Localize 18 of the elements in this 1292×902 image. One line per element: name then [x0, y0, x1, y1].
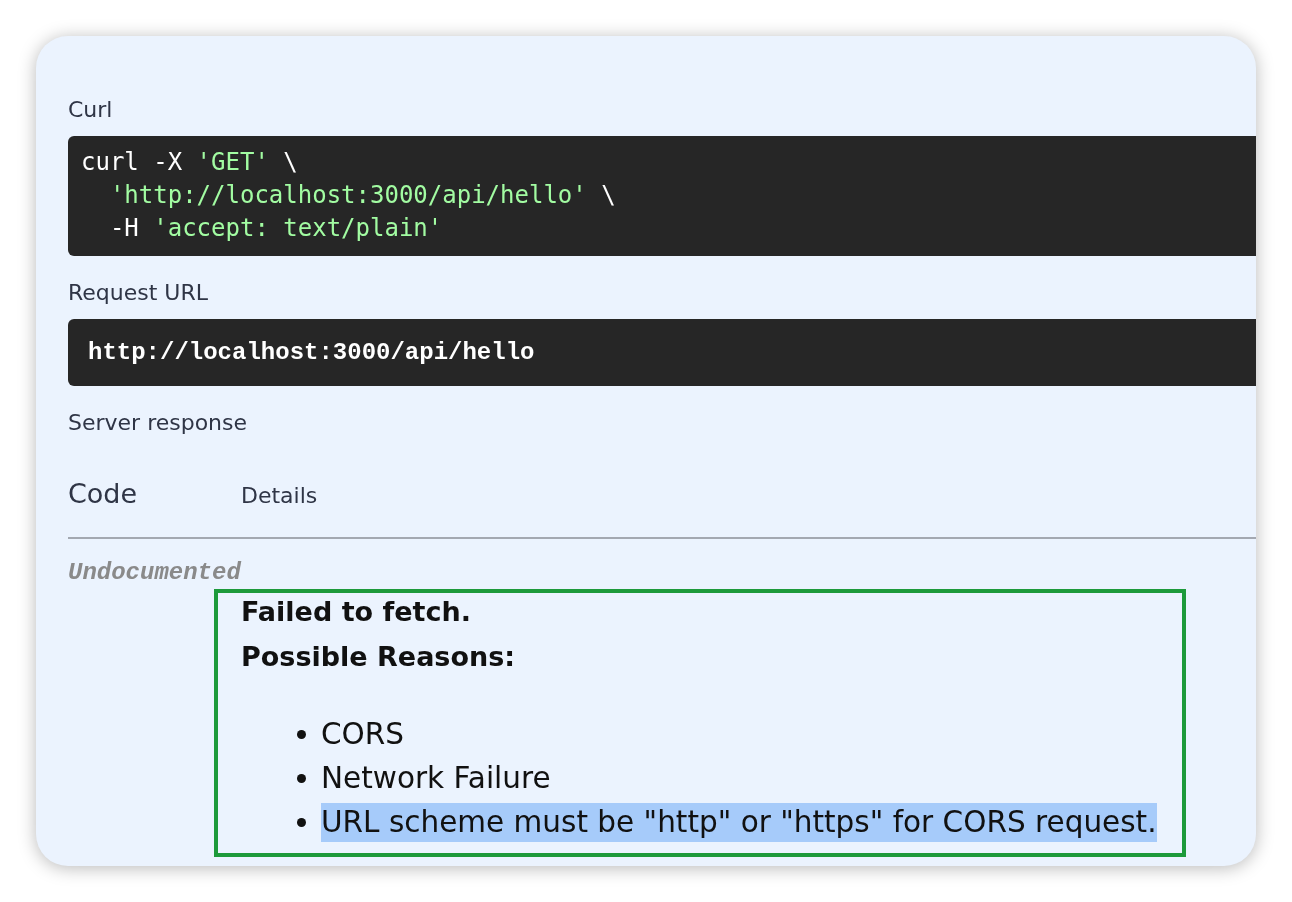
reason-text: URL scheme must be "http" or "https" for CORS request.	[321, 802, 1157, 842]
bullet-icon	[297, 773, 306, 783]
code-line: 'http://localhost:3000/api/hello' \	[108, 180, 616, 211]
url-text: http://localhost:3000/api/hello	[88, 339, 535, 366]
code-line: curl -X 'GET' \	[81, 147, 298, 178]
error-subtitle: Possible Reasons:	[241, 640, 516, 674]
bullet-icon	[297, 817, 306, 827]
section-label: Curl	[68, 97, 113, 123]
status-code-text: Undocumented	[68, 559, 241, 586]
bullet-icon	[297, 729, 306, 739]
reason-text: Network Failure	[321, 759, 551, 797]
reason-text: CORS	[321, 715, 405, 753]
code-line: -H 'accept: text/plain'	[108, 213, 443, 244]
error-title: Failed to fetch.	[241, 595, 471, 629]
section-label: Request URL	[68, 280, 208, 306]
section-label: Server response	[68, 410, 248, 436]
column-header: Code	[68, 478, 139, 510]
column-header: Details	[241, 483, 318, 509]
